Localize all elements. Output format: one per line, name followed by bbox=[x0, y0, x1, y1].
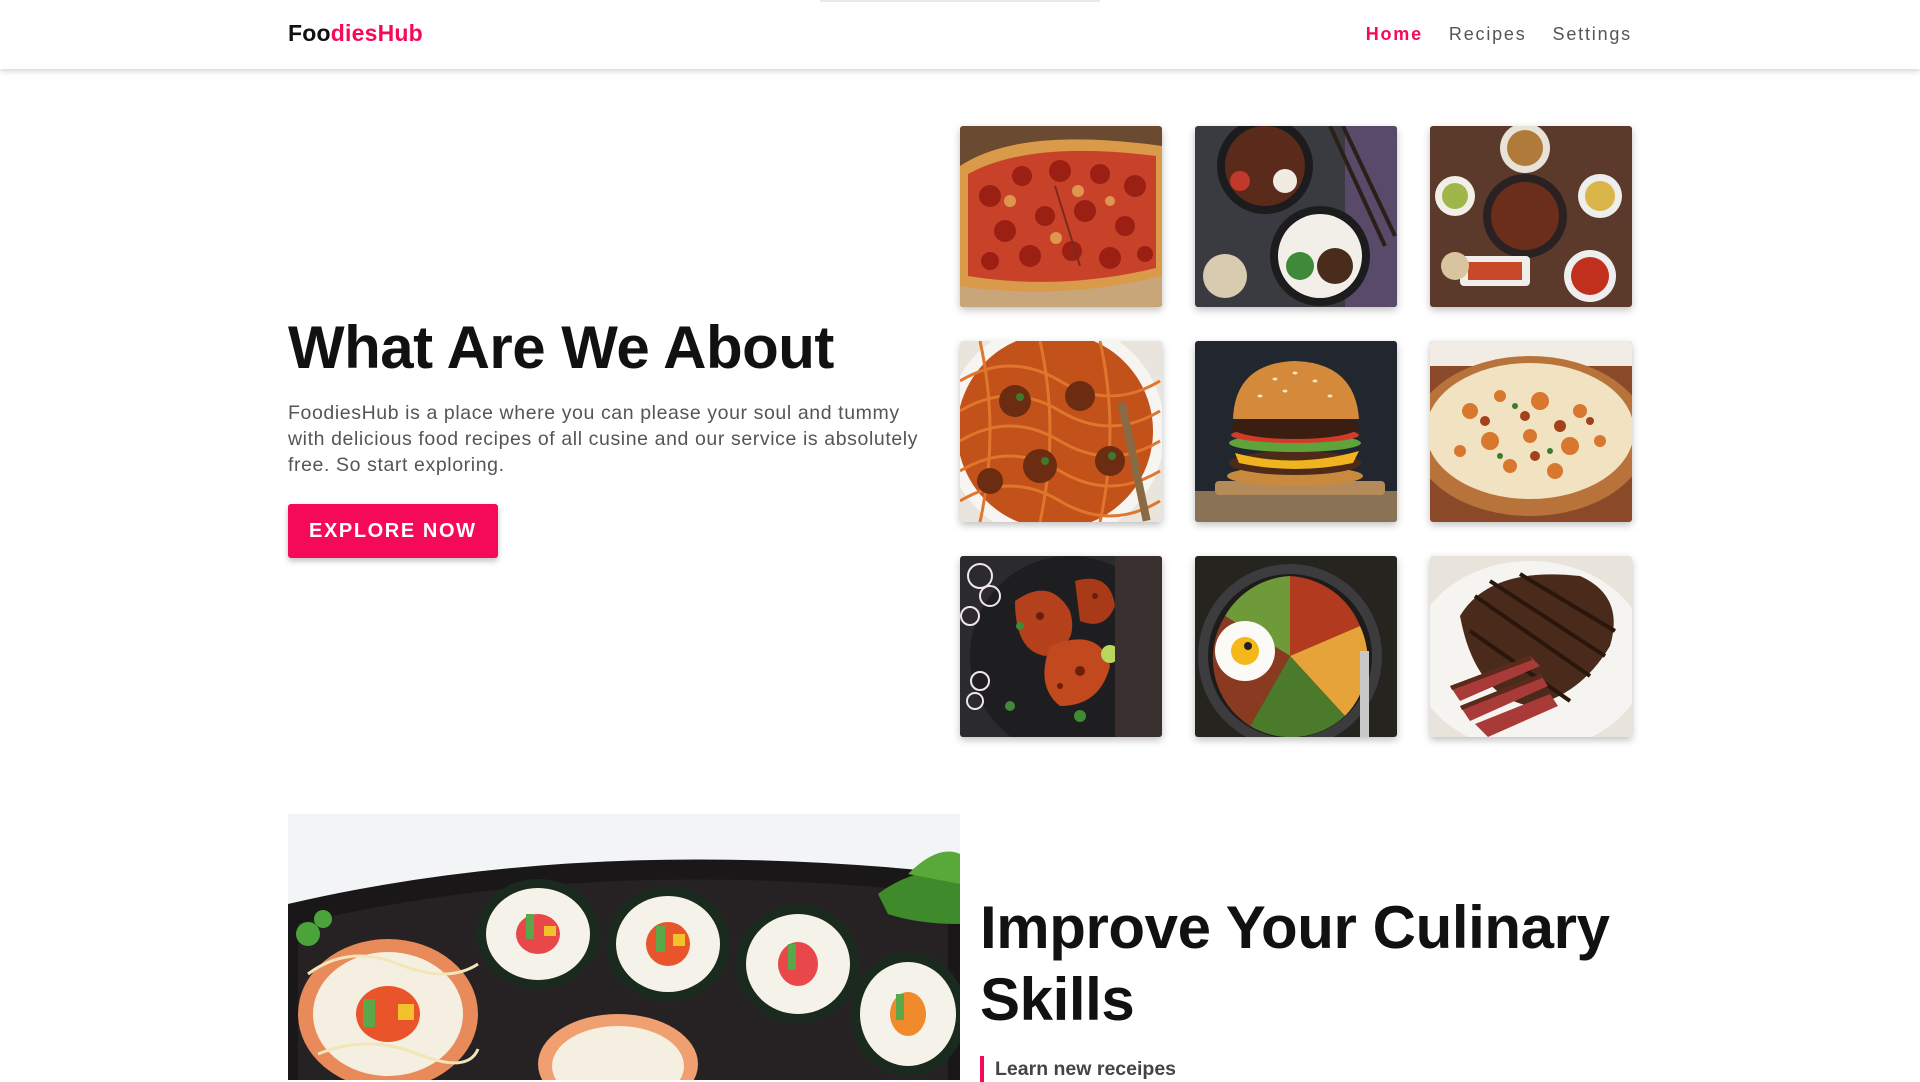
about-description: FoodiesHub is a place where you can plea… bbox=[288, 402, 919, 476]
spaghetti-meatballs-image bbox=[960, 341, 1162, 522]
food-gallery bbox=[960, 126, 1632, 737]
about-section: What Are We About FoodiesHub is a place … bbox=[288, 313, 938, 558]
brand-logo-accent-part: diesHub bbox=[330, 20, 423, 46]
brand-logo-dark-part: Foo bbox=[288, 20, 331, 46]
rice-bowls-image bbox=[1195, 126, 1397, 307]
burger-image bbox=[1195, 341, 1397, 522]
nav-link-recipes[interactable]: Recipes bbox=[1449, 24, 1527, 45]
steak-image bbox=[1430, 556, 1632, 737]
skills-point: Learn new receipes bbox=[980, 1056, 1640, 1082]
nav-link-home[interactable]: Home bbox=[1366, 24, 1423, 45]
bibimbap-image bbox=[1195, 556, 1397, 737]
sushi-image bbox=[288, 814, 960, 1080]
nav-links: Home Recipes Settings bbox=[1366, 24, 1632, 45]
pizza-image bbox=[960, 126, 1162, 307]
navbar-shadow-decoration bbox=[820, 0, 1100, 2]
skills-title: Improve Your Culinary Skills bbox=[980, 894, 1610, 1033]
tandoori-chicken-image bbox=[960, 556, 1162, 737]
nav-link-settings[interactable]: Settings bbox=[1553, 24, 1632, 45]
brand-logo[interactable]: FoodiesHub bbox=[288, 20, 423, 47]
biryani-image bbox=[1430, 341, 1632, 522]
about-title: What Are We About bbox=[288, 314, 834, 381]
skills-section: Improve Your Culinary Skills Learn new r… bbox=[980, 892, 1640, 1082]
explore-now-button[interactable]: EXPLORE NOW bbox=[288, 504, 498, 558]
korean-table-image bbox=[1430, 126, 1632, 307]
navbar: FoodiesHub Home Recipes Settings bbox=[0, 0, 1920, 69]
